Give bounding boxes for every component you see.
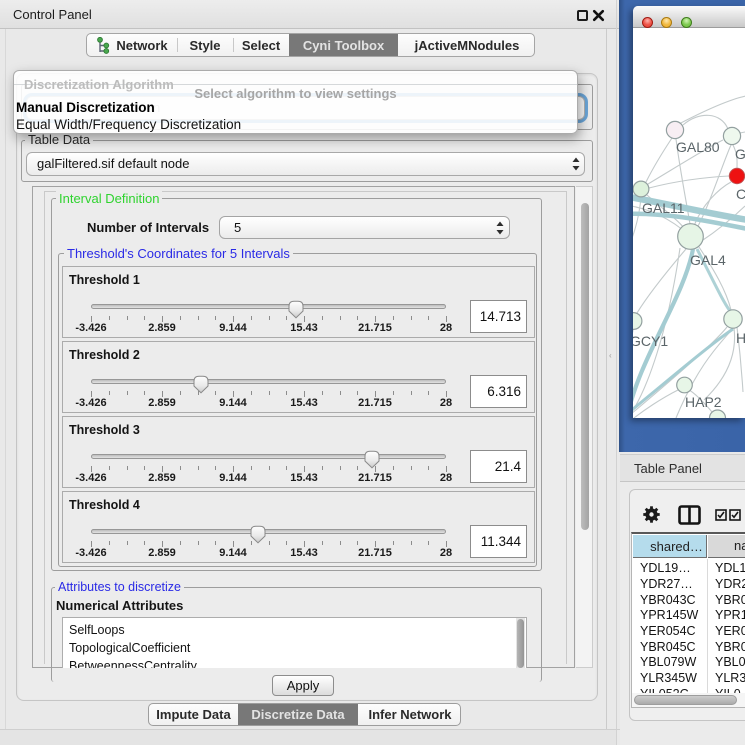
svg-text:GAL80: GAL80 bbox=[676, 139, 720, 155]
svg-text:C: C bbox=[736, 186, 745, 202]
svg-text:HA: HA bbox=[736, 330, 745, 346]
svg-text:GA: GA bbox=[735, 146, 745, 162]
svg-text:GAL4: GAL4 bbox=[690, 252, 726, 268]
svg-text:GCY1: GCY1 bbox=[633, 333, 668, 349]
svg-text:GAL11: GAL11 bbox=[642, 200, 685, 216]
svg-text:HAP2: HAP2 bbox=[685, 394, 722, 410]
